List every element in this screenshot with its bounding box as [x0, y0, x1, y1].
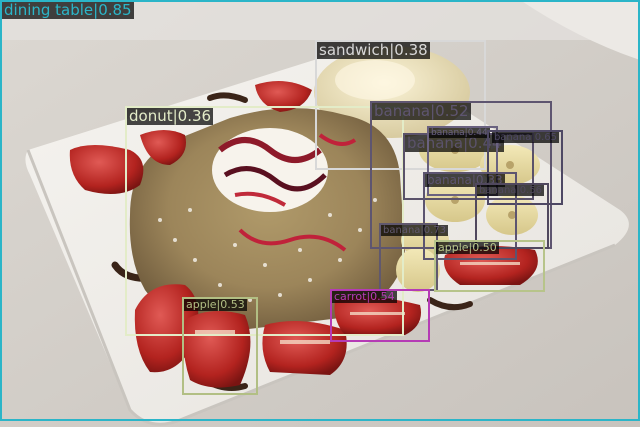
detection-label: apple|0.50	[436, 241, 499, 255]
detection-banana-073: banana|0.73	[379, 223, 449, 291]
detection-label: dining table|0.85	[2, 1, 134, 19]
detection-label: sandwich|0.38	[317, 41, 430, 59]
detection-label: carrot|0.54	[332, 290, 397, 304]
detection-label: banana|0.73	[381, 225, 449, 237]
detection-apple-053: apple|0.53	[182, 297, 258, 395]
detection-label: banana|0.52	[372, 102, 471, 120]
detection-scene: dining table|0.85 sandwich|0.38 donut|0.…	[0, 0, 640, 427]
detection-label: banana|0.65	[491, 132, 559, 144]
detection-label: banana|0.44	[429, 128, 490, 139]
detection-carrot: carrot|0.54	[330, 289, 430, 342]
detection-label: donut|0.36	[127, 107, 214, 125]
detection-apple-050: apple|0.50	[434, 240, 545, 292]
detection-label: apple|0.53	[184, 298, 247, 312]
detection-label: banana|0.56	[477, 185, 545, 197]
